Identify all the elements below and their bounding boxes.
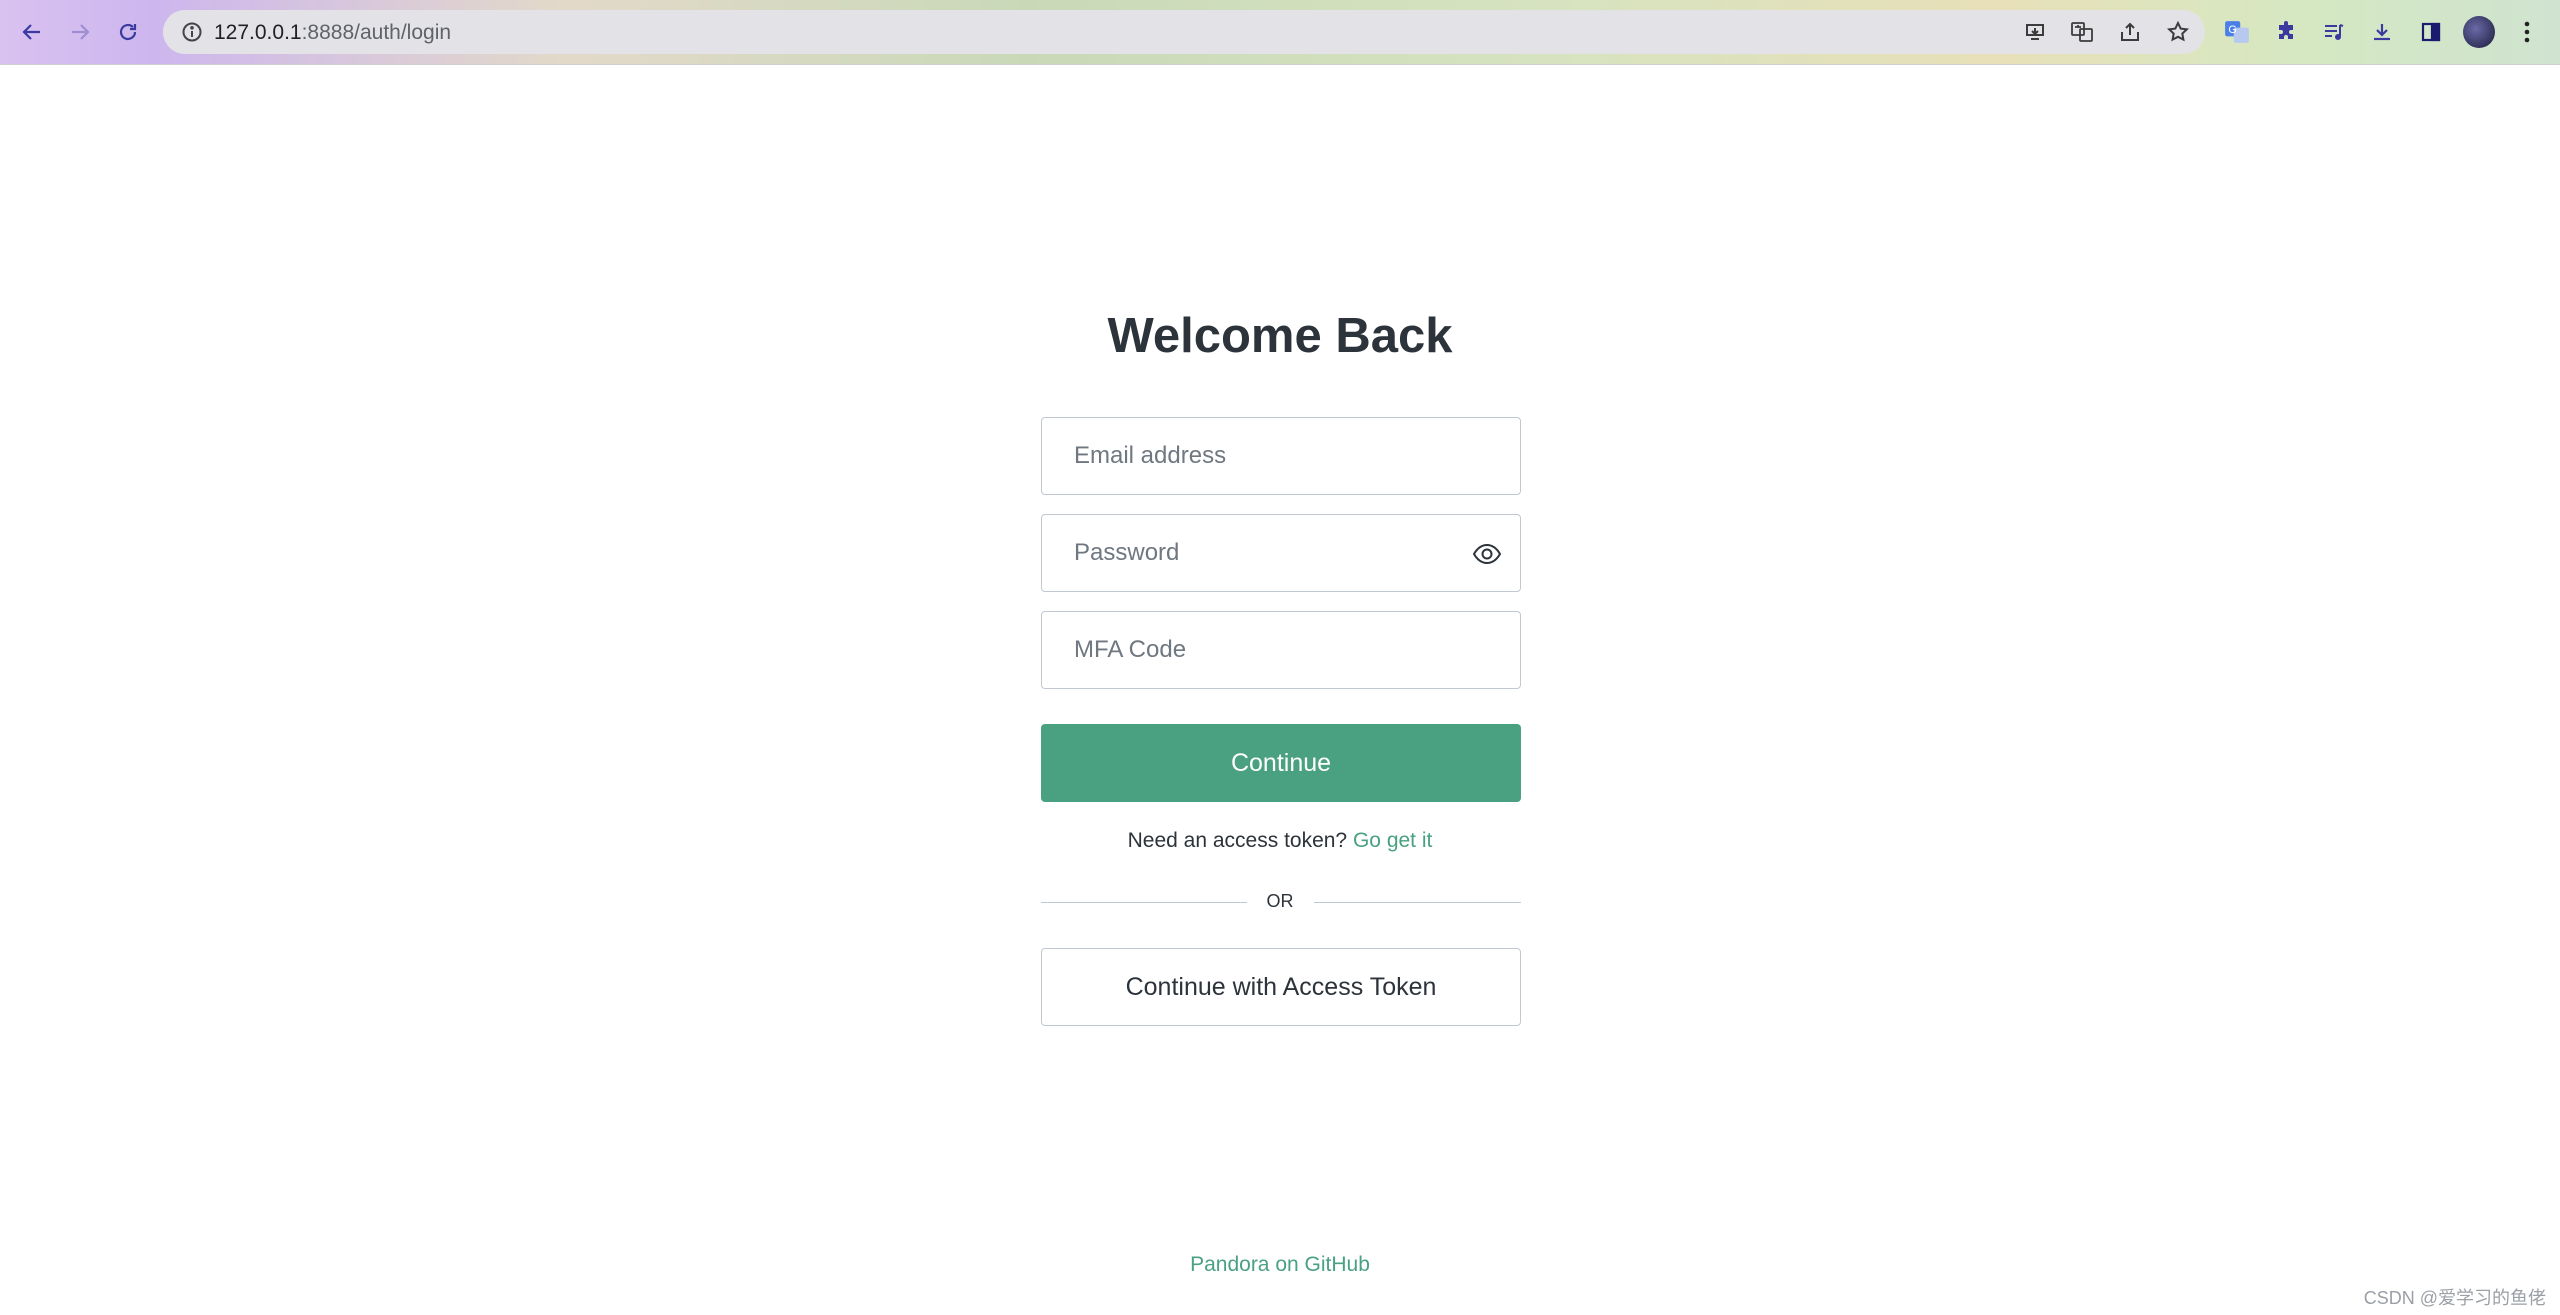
share-icon[interactable] [2118, 20, 2142, 44]
install-icon[interactable] [2023, 20, 2047, 44]
access-token-button[interactable]: Continue with Access Token [1041, 948, 1521, 1026]
url-path: :8888/auth/login [301, 21, 452, 44]
profile-avatar[interactable] [2463, 16, 2495, 48]
github-link[interactable]: Pandora on GitHub [980, 1253, 1580, 1277]
password-input[interactable] [1042, 515, 1520, 591]
address-bar[interactable]: 127.0.0.1:8888/auth/login [163, 10, 2205, 54]
bookmark-star-icon[interactable] [2166, 20, 2190, 44]
url-host: 127.0.0.1 [214, 21, 302, 44]
url-text: 127.0.0.1:8888/auth/login [214, 21, 451, 45]
need-token-text: Need an access token? Go get it [980, 829, 1580, 853]
email-field[interactable] [1041, 417, 1521, 495]
divider-left [1041, 902, 1247, 903]
translate-icon[interactable] [2070, 20, 2094, 44]
download-icon[interactable] [2368, 18, 2396, 46]
forward-arrow-icon[interactable] [62, 14, 98, 50]
or-divider-text: OR [1266, 891, 1294, 911]
mfa-code-input[interactable] [1042, 612, 1520, 688]
media-queue-icon[interactable] [2320, 18, 2348, 46]
password-field[interactable] [1041, 514, 1521, 592]
mfa-code-field[interactable] [1041, 611, 1521, 689]
translate-extension-icon[interactable]: G [2223, 18, 2251, 46]
reload-icon[interactable] [110, 14, 146, 50]
browser-toolbar: 127.0.0.1:8888/auth/login G [0, 0, 2560, 65]
info-icon[interactable] [180, 20, 204, 44]
page-title: Welcome Back [1107, 309, 1453, 363]
svg-text:G: G [2228, 24, 2236, 36]
divider-right [1314, 902, 1521, 903]
need-token-label: Need an access token? [1127, 829, 1348, 852]
more-vert-icon[interactable] [2517, 18, 2537, 46]
puzzle-extension-icon[interactable] [2272, 18, 2300, 46]
back-arrow-icon[interactable] [14, 14, 50, 50]
continue-button[interactable]: Continue [1041, 724, 1521, 802]
email-input[interactable] [1042, 418, 1520, 494]
watermark: CSDN @爱学习的鱼佬 [2363, 1288, 2546, 1308]
side-panel-icon[interactable] [2417, 18, 2445, 46]
go-get-it-link[interactable]: Go get it [1353, 829, 1432, 852]
eye-icon[interactable] [1472, 540, 1502, 568]
